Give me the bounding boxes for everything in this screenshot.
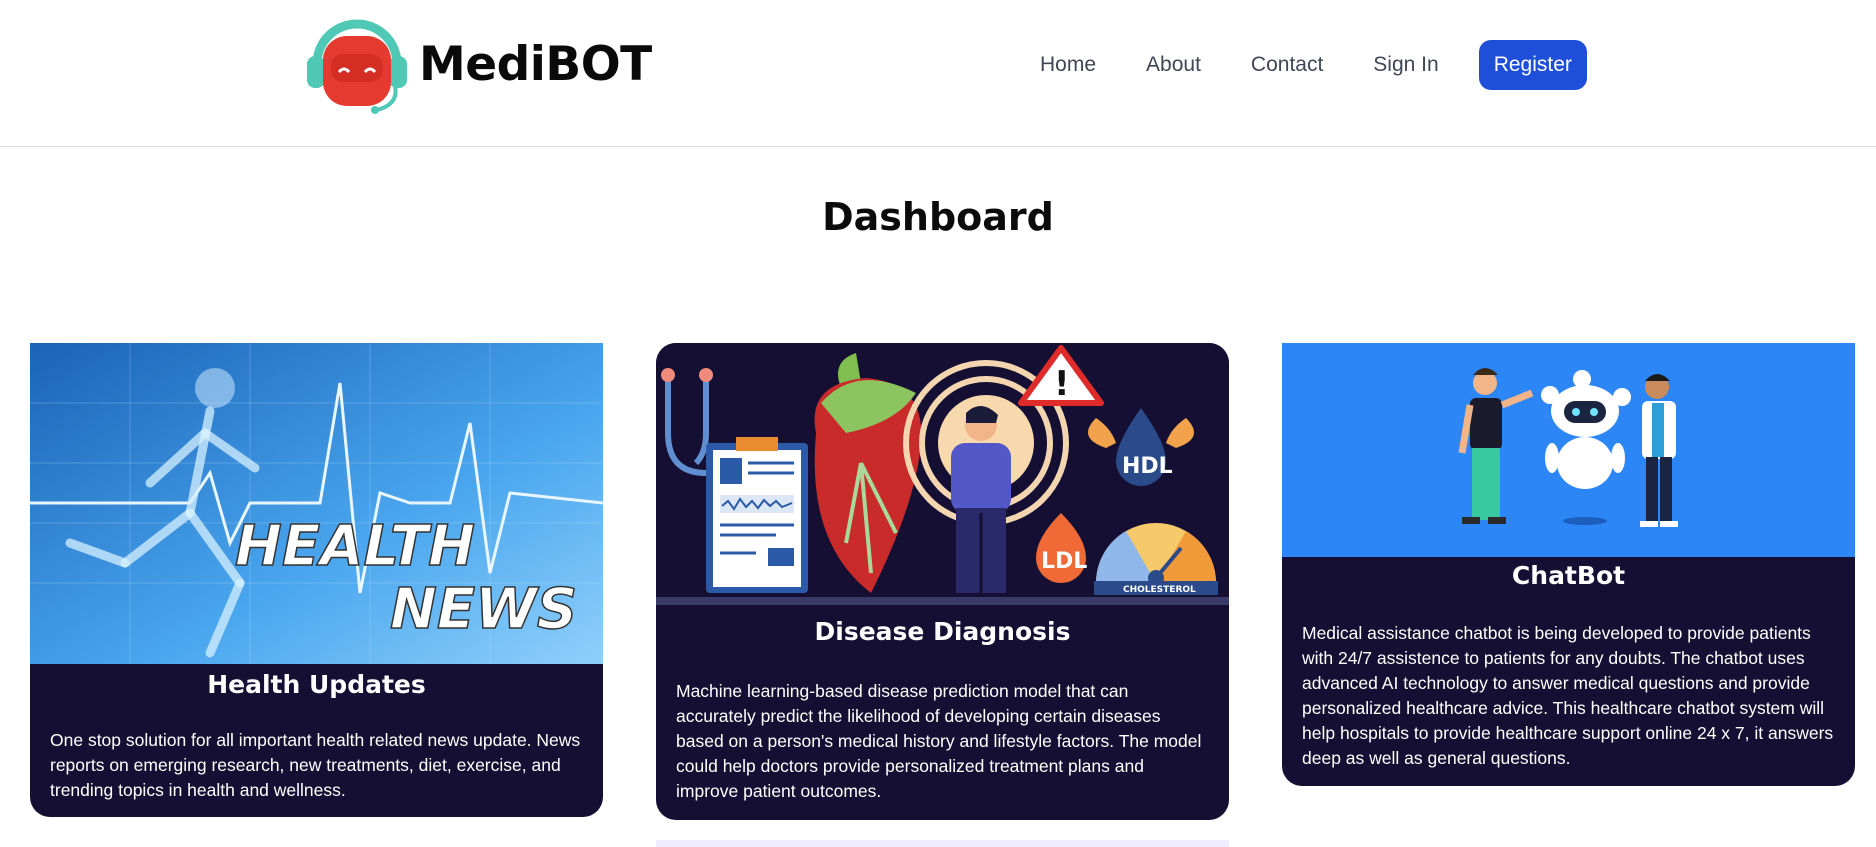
nav-contact-link[interactable]: Contact <box>1251 40 1323 90</box>
chatbot-image <box>1282 343 1855 557</box>
navbar: MediBOT Home About Contact Sign In Regis… <box>0 0 1876 147</box>
clipboard-icon <box>706 437 808 593</box>
card-chatbot[interactable]: ChatBot Medical assistance chatbot is be… <box>1282 343 1855 786</box>
nav-home-link[interactable]: Home <box>1040 40 1096 90</box>
health-news-image: HEALTH NEWS <box>30 343 603 664</box>
page-title: Dashboard <box>822 195 1054 239</box>
card-disease-diagnosis[interactable]: ! HDL LDL CHOLESTEROL Disease Diagnosis … <box>656 343 1229 820</box>
card-title: Disease Diagnosis <box>814 617 1071 646</box>
card-title: ChatBot <box>1511 561 1626 590</box>
news-word: NEWS <box>390 577 577 642</box>
health-word: HEALTH <box>235 514 475 579</box>
register-button[interactable]: Register <box>1478 40 1587 90</box>
nav-links: Home About Contact Sign In Register <box>1040 40 1587 90</box>
hdl-label: HDL <box>1122 454 1173 479</box>
cholesterol-label: CHOLESTEROL <box>1123 585 1196 595</box>
card-title: Health Updates <box>207 670 426 699</box>
card-description: Medical assistance chatbot is being deve… <box>1302 623 1834 768</box>
next-card-edge <box>656 840 1229 847</box>
card-description: Machine learning-based disease predictio… <box>676 681 1202 801</box>
robot-headset-icon <box>307 19 407 114</box>
card-description: One stop solution for all important heal… <box>50 730 581 800</box>
nav-signin-link[interactable]: Sign In <box>1373 40 1438 90</box>
svg-text:!: ! <box>1054 364 1070 404</box>
nav-about-link[interactable]: About <box>1146 40 1201 90</box>
brand-name: MediBOT <box>419 36 652 92</box>
brand-link[interactable]: MediBOT <box>303 14 652 114</box>
disease-diagnosis-image: ! HDL LDL CHOLESTEROL <box>656 343 1229 607</box>
ldl-label: LDL <box>1041 549 1087 574</box>
card-health-updates[interactable]: HEALTH NEWS Health Updates One stop solu… <box>30 343 603 817</box>
